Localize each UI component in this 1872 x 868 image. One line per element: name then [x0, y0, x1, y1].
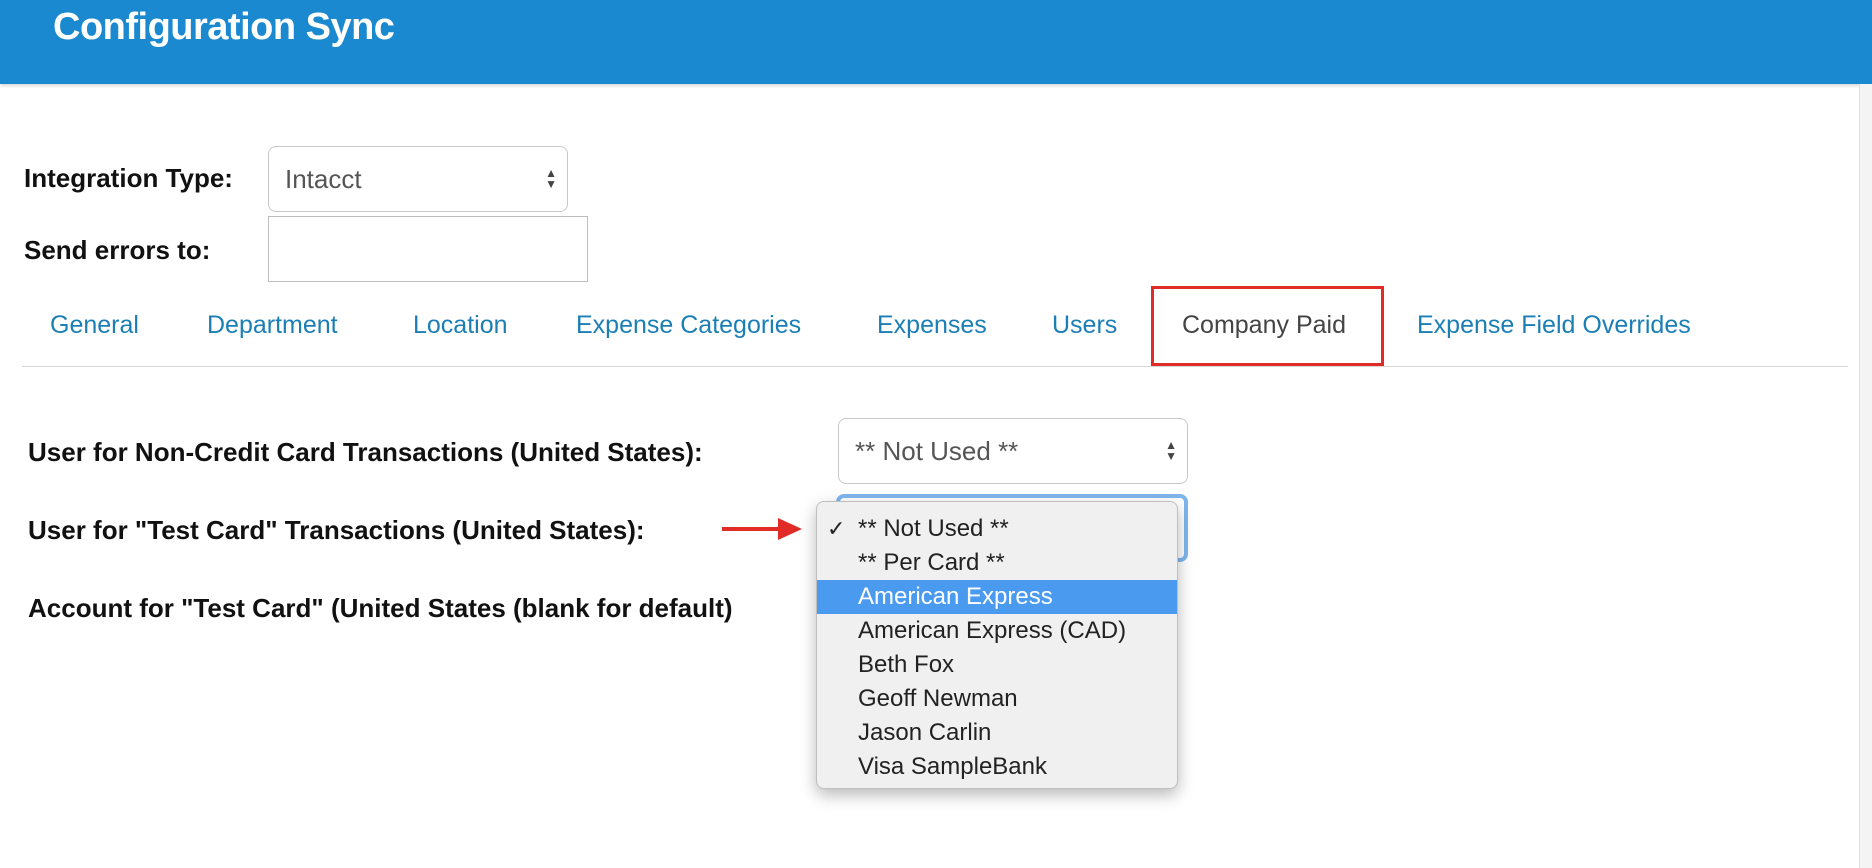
- dropdown-option-not-used[interactable]: ✓ ** Not Used **: [817, 512, 1177, 546]
- dropdown-option-geoff-newman[interactable]: Geoff Newman: [817, 682, 1177, 716]
- integration-type-label: Integration Type:: [24, 163, 233, 193]
- dropdown-option-beth-fox[interactable]: Beth Fox: [817, 648, 1177, 682]
- vertical-scrollbar[interactable]: [1859, 84, 1872, 868]
- tab-bar: General Department Location Expense Cate…: [22, 286, 1848, 367]
- non-credit-user-label: User for Non-Credit Card Transactions (U…: [28, 437, 703, 467]
- non-credit-user-select[interactable]: ** Not Used ** ▲ ▼: [838, 418, 1188, 484]
- tab-expense-categories[interactable]: Expense Categories: [576, 286, 801, 366]
- dropdown-option-american-express[interactable]: American Express: [817, 580, 1177, 614]
- dropdown-option-jason-carlin[interactable]: Jason Carlin: [817, 716, 1177, 750]
- tab-users[interactable]: Users: [1052, 286, 1117, 366]
- dropdown-option-american-express-cad[interactable]: American Express (CAD): [817, 614, 1177, 648]
- select-arrows-icon: ▲ ▼: [545, 166, 557, 191]
- send-errors-input[interactable]: [268, 216, 588, 282]
- app-header: Configuration Sync: [0, 0, 1872, 84]
- tab-location[interactable]: Location: [413, 286, 508, 366]
- dropdown-option-per-card[interactable]: ** Per Card **: [817, 546, 1177, 580]
- tab-expenses[interactable]: Expenses: [877, 286, 987, 366]
- tab-general[interactable]: General: [50, 286, 139, 366]
- tab-company-paid[interactable]: Company Paid: [1151, 286, 1384, 366]
- page-title: Configuration Sync: [53, 6, 395, 48]
- test-card-user-dropdown: ✓ ** Not Used ** ** Per Card ** American…: [816, 501, 1178, 789]
- checkmark-icon: ✓: [827, 516, 846, 541]
- send-errors-label: Send errors to:: [24, 235, 211, 265]
- test-card-account-label: Account for "Test Card" (United States (…: [28, 593, 733, 623]
- tab-expense-field-overrides[interactable]: Expense Field Overrides: [1417, 286, 1691, 366]
- integration-type-value: Intacct: [285, 163, 362, 194]
- non-credit-user-value: ** Not Used **: [855, 435, 1019, 466]
- annotation-arrow-icon: [722, 518, 802, 540]
- test-card-user-label: User for "Test Card" Transactions (Unite…: [28, 515, 645, 545]
- dropdown-option-visa-samplebank[interactable]: Visa SampleBank: [817, 750, 1177, 784]
- tab-department[interactable]: Department: [207, 286, 338, 366]
- select-arrows-icon: ▲ ▼: [1165, 438, 1177, 463]
- integration-type-select[interactable]: Intacct ▲ ▼: [268, 146, 568, 212]
